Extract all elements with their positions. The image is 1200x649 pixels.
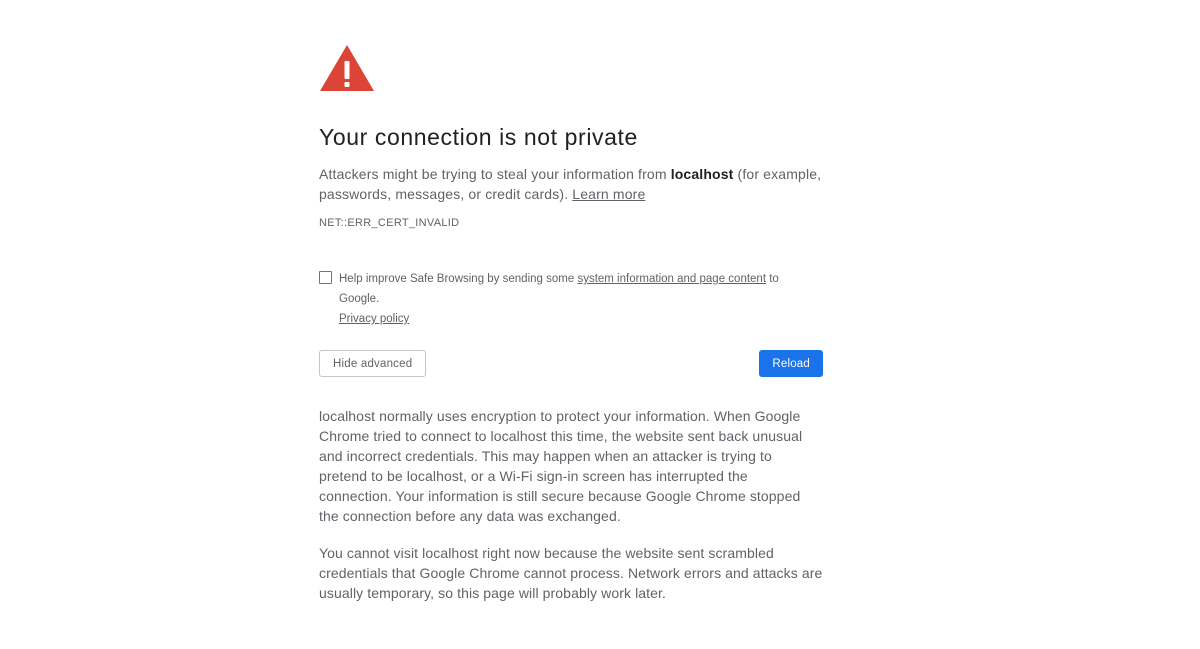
safe-browsing-checkbox[interactable] (319, 271, 332, 284)
details-section: localhost normally uses encryption to pr… (319, 406, 823, 620)
details-paragraph-1: localhost normally uses encryption to pr… (319, 408, 803, 524)
optin-prefix: Help improve Safe Browsing by sending so… (339, 273, 578, 285)
hide-advanced-button[interactable]: Hide advanced (319, 350, 427, 377)
optin-text: Help improve Safe Browsing by sending so… (339, 269, 809, 329)
main-message-prefix: Attackers might be trying to steal your … (319, 166, 671, 182)
page-title: Your connection is not private (319, 124, 638, 150)
reload-button[interactable]: Reload (759, 350, 823, 377)
interstitial-page: Your connection is not private Attackers… (0, 0, 1200, 649)
privacy-policy-link[interactable]: Privacy policy (339, 313, 409, 325)
main-message: Attackers might be trying to steal your … (319, 164, 823, 204)
error-code: NET::ERR_CERT_INVALID (319, 217, 460, 229)
learn-more-link[interactable]: Learn more (572, 186, 645, 202)
system-info-link[interactable]: system information and page content (577, 273, 766, 285)
warning-triangle-icon (320, 45, 374, 91)
details-paragraph-2: You cannot visit localhost right now bec… (319, 545, 823, 601)
main-message-host: localhost (670, 166, 734, 182)
